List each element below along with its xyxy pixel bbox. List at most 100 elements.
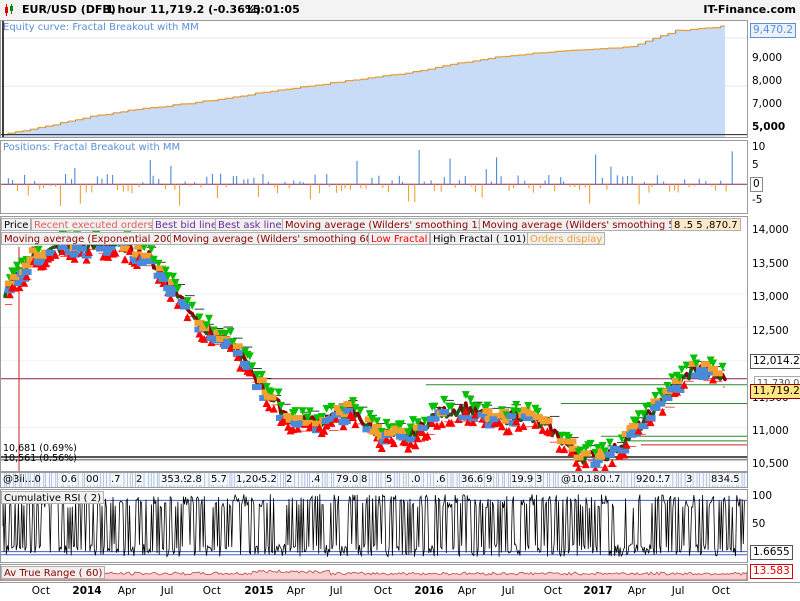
x-tick-label: Jul [161,585,174,597]
buy-order-marker [180,304,190,310]
price-tick: 12,500 [752,325,789,337]
legend-ma-wilders-60[interactable]: Moving average (Wilders' smoothing 60) [170,232,379,245]
strip-value: 3 [536,474,542,485]
x-tick-label: Jul [502,585,515,597]
buy-order-marker [418,425,428,431]
equity-title[interactable]: Equity curve: Fractal Breakout with MM [3,22,199,33]
sell-order-marker [566,439,576,445]
price-panel[interactable]: Price Recent executed orders Best bid li… [0,216,748,472]
sell-order-marker [233,343,243,349]
atr-axis: 13.583 [748,564,800,581]
equity-curve-chart [1,21,747,137]
legend-price[interactable]: Price [1,218,31,231]
buy-order-marker [252,384,262,390]
strip-value: 5 [386,474,392,485]
positions-tick: 10 [752,141,765,153]
price-tick: 10,500 [752,458,789,470]
x-tick-label: 2014 [72,585,101,597]
buy-order-marker [22,269,32,275]
equity-tick: 9,000 [752,52,782,64]
legend-ma-wilders-15[interactable]: Moving average (Wilders' smoothing 15) [282,218,491,231]
x-tick-label: Oct [203,585,221,597]
buy-order-marker [406,437,416,443]
strip-value: 00 [86,474,99,485]
x-tick-label: 2016 [414,585,443,597]
strip-value: .6 [436,474,446,485]
buy-order-marker [605,452,615,458]
rsi-last-value: 1.6655 [750,545,793,560]
x-tick-label: Apr [118,585,136,597]
legend-ma-wilders-5[interactable]: Moving average (Wilders' smoothing 5) [479,218,682,231]
buy-order-marker [106,246,116,252]
candlestick-icon[interactable] [3,4,15,16]
buy-order-marker [233,350,243,356]
legend-best-ask[interactable]: Best ask line [215,218,285,231]
rsi-title[interactable]: Cumulative RSI ( 2) [1,491,104,504]
sell-order-marker [257,377,267,383]
low-fractal-marker [121,255,129,263]
values-strip: @3ii...0 0.600.72353.92.85.71,204.75.22.… [0,472,748,488]
instrument-symbol[interactable]: EUR/USD (DFB) [22,3,116,16]
x-tick-label: 2015 [244,585,273,597]
sell-order-marker [595,454,605,460]
strip-value: .7 [611,474,621,485]
positions-tick: 5 [752,159,759,171]
x-tick-label: Oct [544,585,562,597]
buy-order-marker [506,413,516,419]
legend-ema-200[interactable]: Moving average (Exponential 200) [1,232,180,245]
strip-value: .4 [311,474,321,485]
sell-order-marker [293,415,303,421]
atr-chart [1,565,747,580]
x-tick-label: Oct [712,585,730,597]
high-fractal-marker [606,439,614,447]
sell-order-marker [542,418,552,424]
strip-value: 5.2 [261,474,277,485]
chart-header: EUR/USD (DFB) 1 hour 11,719.2 (-0.36%) 1… [0,0,800,21]
strip-value: 19.9 [511,474,533,485]
equity-panel[interactable]: Equity curve: Fractal Breakout with MM [0,20,748,138]
rsi-chart [1,490,747,562]
sell-order-marker [22,262,32,268]
strip-title: @3ii...0 [3,474,41,485]
x-tick-label: Apr [628,585,646,597]
equity-area [3,26,725,137]
rsi-panel[interactable]: Cumulative RSI ( 2) [0,489,748,563]
clock: 15:01:05 [245,3,300,16]
atr-title[interactable]: Av True Range ( 60) [1,566,105,579]
rsi-tick: 50 [752,518,765,530]
legend-high-fractal[interactable]: High Fractal ( 101) [430,232,529,245]
legend-recent-orders[interactable]: Recent executed orders [31,218,156,231]
buy-order-marker [70,252,80,258]
positions-zero: 0 [750,177,763,192]
sell-order-marker [581,450,591,456]
x-tick-label: Apr [458,585,476,597]
strip-value: 79.0 [336,474,358,485]
buy-order-marker [77,246,87,252]
sell-order-marker [713,370,723,376]
price-tag-last: 11,719.2 [750,384,800,399]
x-tick-label: Jul [672,585,685,597]
left-value-2: 10,561 (0.56%) [3,453,77,464]
x-tick-label: 2017 [583,585,612,597]
strip-value: 1 [586,474,592,485]
price-tag-high: 12,014.2 [750,354,800,369]
sell-order-marker [194,320,204,326]
atr-panel[interactable]: Av True Range ( 60) [0,564,748,581]
buy-order-marker [430,416,440,422]
buy-order-marker [655,401,665,407]
legend-best-bid[interactable]: Best bid line [152,218,220,231]
positions-axis: 10 5 0 -5 [748,140,800,214]
legend-low-fractal[interactable]: Low Fractal [368,232,430,245]
positions-panel[interactable]: Positions: Fractal Breakout with MM [0,140,748,214]
price-tick: 14,000 [752,224,789,236]
strip-value: 3 [686,474,692,485]
strip-value: 0.6 [61,474,77,485]
positions-title[interactable]: Positions: Fractal Breakout with MM [3,142,180,153]
buy-order-marker [646,415,656,421]
buy-order-marker [662,395,672,401]
legend-orders-display[interactable]: Orders display [527,232,605,245]
price-axis: 14,000 13,500 13,000 12,500 11,500 11,00… [748,216,800,472]
x-tick-label: Oct [32,585,50,597]
sell-order-marker [142,253,152,259]
timeframe[interactable]: 1 hour [106,3,146,16]
